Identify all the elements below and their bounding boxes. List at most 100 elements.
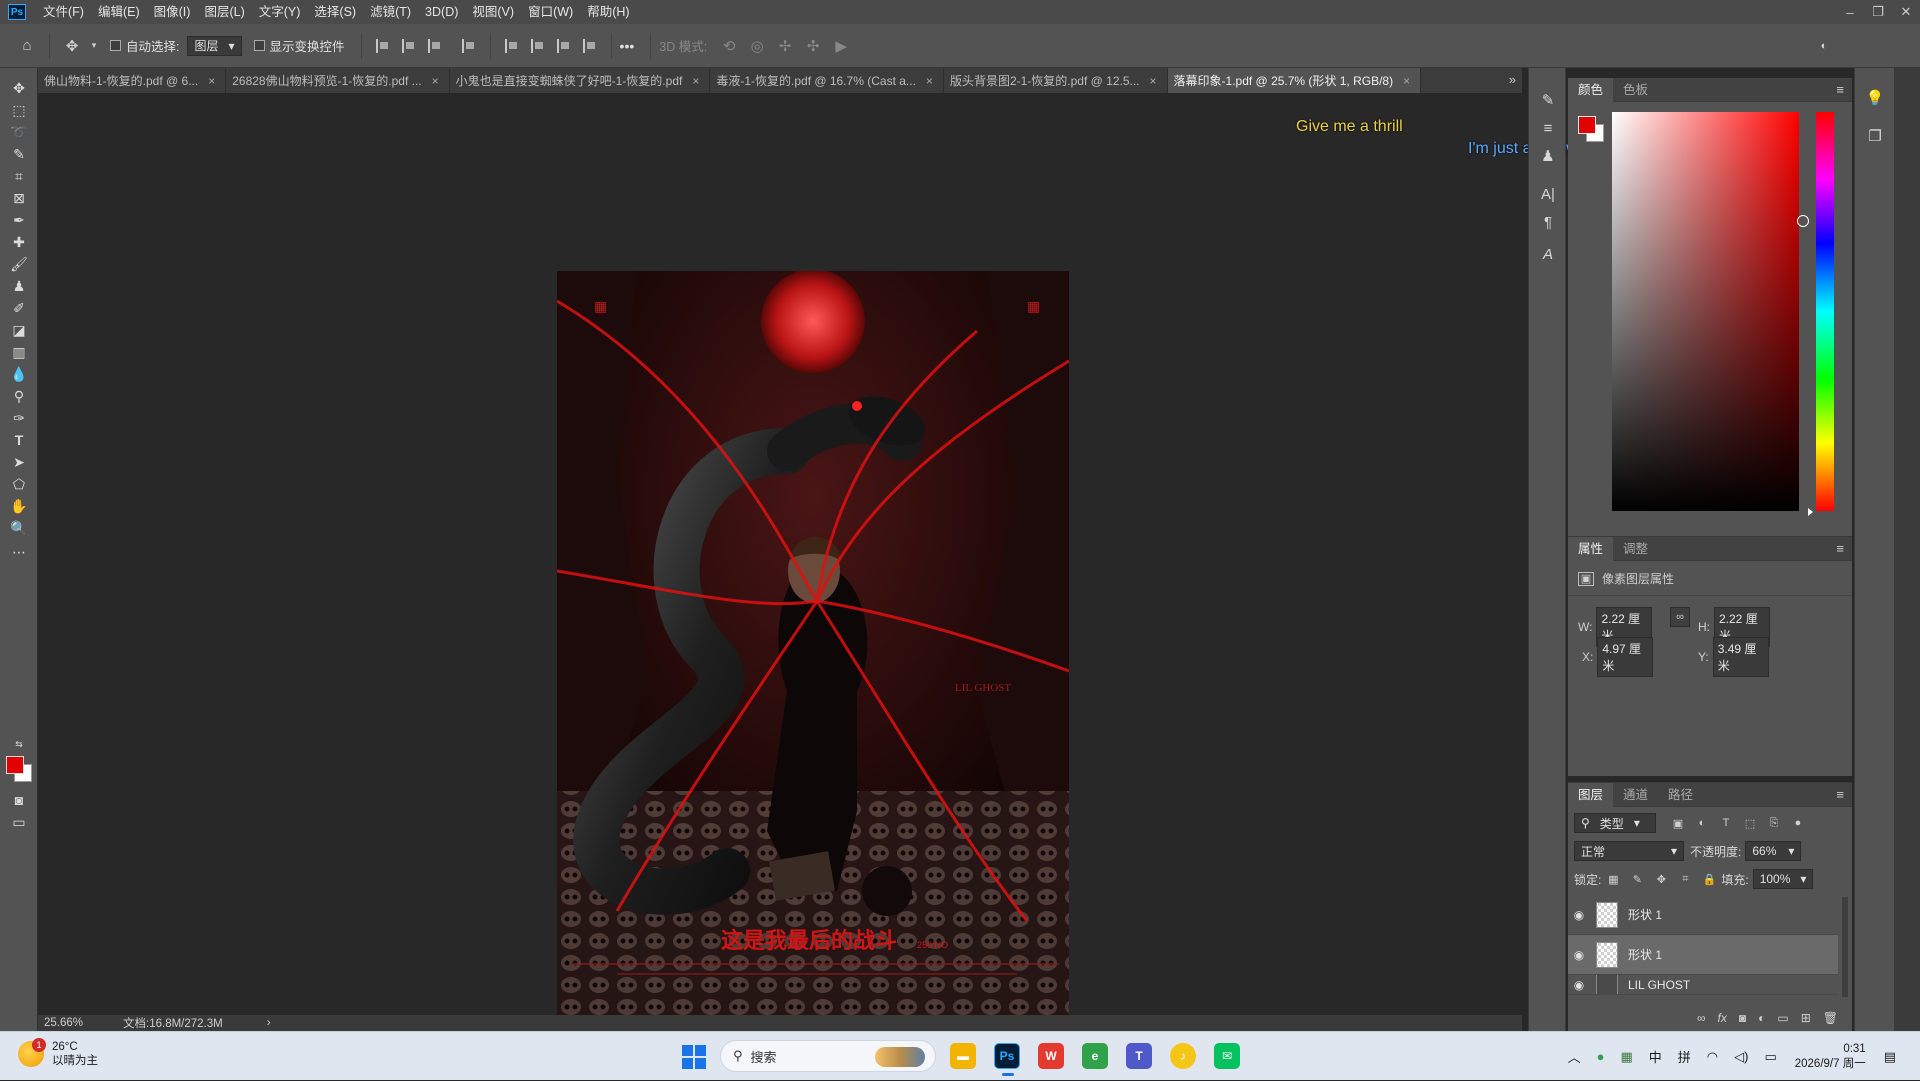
distribute-icon[interactable] bbox=[461, 38, 476, 53]
tab-swatches[interactable]: 色板 bbox=[1613, 78, 1658, 102]
show-transform-checkbox[interactable] bbox=[253, 40, 265, 51]
paragraph-panel-icon[interactable]: ¶ bbox=[1538, 212, 1558, 232]
hand-tool-icon[interactable]: ✋ bbox=[9, 496, 29, 516]
character-panel-icon[interactable]: A| bbox=[1538, 184, 1558, 204]
lock-all-icon[interactable]: 🔒 bbox=[1702, 872, 1716, 886]
link-layers-icon[interactable]: ∞ bbox=[1697, 1011, 1706, 1025]
menu-file[interactable]: 文件(F) bbox=[36, 0, 91, 24]
more-options-button[interactable]: ••• bbox=[620, 38, 635, 54]
delete-layer-icon[interactable]: 🗑 bbox=[1823, 1011, 1838, 1025]
close-icon[interactable]: × bbox=[1403, 74, 1410, 88]
align-right-icon[interactable] bbox=[427, 38, 442, 53]
clone-source-icon[interactable]: ♟ bbox=[1538, 146, 1558, 166]
filter-toggle-icon[interactable]: ● bbox=[1791, 816, 1805, 830]
history-brush-icon[interactable]: ✐ bbox=[9, 298, 29, 318]
glyphs-panel-icon[interactable]: A bbox=[1538, 244, 1558, 264]
swap-colors-icon[interactable]: ⇆ bbox=[9, 734, 29, 754]
y-field[interactable]: 3.49 厘米 bbox=[1712, 637, 1769, 677]
battery-icon[interactable]: ▭ bbox=[1764, 1049, 1776, 1065]
auto-select-dropdown[interactable]: 图层 ▾ bbox=[187, 35, 242, 56]
workspace-icon[interactable]: ◐ bbox=[1813, 35, 1835, 57]
canvas-area[interactable]: ▦ ▦ LIL GHOST 这是我最后的战斗 250 NO bbox=[38, 93, 1522, 1024]
roll-3d-icon[interactable]: ◎ bbox=[746, 35, 768, 57]
document-tab[interactable]: 版头背景图2-1-恢复的.pdf @ 12.5... × bbox=[944, 68, 1168, 93]
menu-filter[interactable]: 滤镜(T) bbox=[363, 0, 418, 24]
tabs-overflow-icon[interactable]: » bbox=[1509, 72, 1516, 87]
start-button[interactable] bbox=[682, 1045, 706, 1069]
home-icon[interactable]: ⌂ bbox=[16, 35, 38, 57]
menu-3d[interactable]: 3D(D) bbox=[418, 0, 465, 24]
music-app-icon[interactable]: ♪ bbox=[1170, 1043, 1196, 1069]
close-icon[interactable]: × bbox=[926, 74, 933, 88]
libraries-icon[interactable]: ❐ bbox=[1865, 126, 1885, 146]
tab-properties[interactable]: 属性 bbox=[1568, 536, 1614, 561]
layer-filter-dropdown[interactable]: ⚲ 类型 ▾ bbox=[1574, 813, 1656, 833]
filter-adjustment-icon[interactable]: ◐ bbox=[1695, 816, 1709, 830]
layer-row[interactable]: ◉ 形状 1 bbox=[1568, 895, 1838, 935]
layer-row-selected[interactable]: ◉ 形状 1 bbox=[1568, 935, 1838, 975]
shape-tool-icon[interactable]: ⬠ bbox=[9, 474, 29, 494]
crop-tool-icon[interactable]: ⌗ bbox=[9, 166, 29, 186]
zoom-level[interactable]: 25.66% bbox=[44, 1017, 83, 1029]
blend-mode-dropdown[interactable]: 正常 ▾ bbox=[1574, 841, 1684, 861]
x-field[interactable]: 4.97 厘米 bbox=[1597, 637, 1654, 677]
lock-transparency-icon[interactable]: ▦ bbox=[1606, 872, 1620, 886]
close-icon[interactable]: × bbox=[692, 74, 699, 88]
gradient-tool-icon[interactable]: ▥ bbox=[9, 342, 29, 362]
saturation-brightness-field[interactable] bbox=[1612, 112, 1809, 511]
weather-widget[interactable]: 1 26°C 以晴为主 bbox=[18, 1038, 98, 1068]
dodge-tool-icon[interactable]: ⚲ bbox=[9, 386, 29, 406]
tab-paths[interactable]: 路径 bbox=[1658, 783, 1703, 807]
healing-brush-icon[interactable]: ✚ bbox=[9, 232, 29, 252]
filter-type-icon[interactable]: T bbox=[1719, 816, 1733, 830]
teams-icon[interactable]: T bbox=[1126, 1043, 1152, 1069]
add-mask-icon[interactable]: ◙ bbox=[1739, 1011, 1746, 1025]
pen-tool-icon[interactable]: ✑ bbox=[9, 408, 29, 428]
fx-button[interactable]: fx bbox=[1718, 1011, 1727, 1025]
filter-pixel-icon[interactable]: ▣ bbox=[1671, 816, 1685, 830]
document-tab[interactable]: 26828佛山物料预览-1-恢复的.pdf ... × bbox=[226, 68, 450, 93]
tray-app-icon[interactable]: ● bbox=[1597, 1049, 1605, 1064]
frame-tool-icon[interactable]: ⊠ bbox=[9, 188, 29, 208]
type-tool-icon[interactable]: T bbox=[9, 430, 29, 450]
quick-mask-icon[interactable]: ◙ bbox=[9, 790, 29, 810]
eyedropper-tool-icon[interactable]: ✒ bbox=[9, 210, 29, 230]
eye-icon[interactable]: ◉ bbox=[1568, 978, 1590, 992]
eye-icon[interactable]: ◉ bbox=[1568, 908, 1590, 922]
notification-icon[interactable]: ▤ bbox=[1884, 1049, 1896, 1065]
close-icon[interactable]: × bbox=[432, 74, 439, 88]
adjust-sliders-icon[interactable]: ≡ bbox=[1538, 118, 1558, 138]
auto-select-checkbox[interactable] bbox=[110, 40, 121, 51]
zoom-tool-icon[interactable]: 🔍 bbox=[9, 518, 29, 538]
scale-3d-icon[interactable]: ▶ bbox=[830, 35, 852, 57]
path-select-icon[interactable]: ➤ bbox=[9, 452, 29, 472]
orbit-3d-icon[interactable]: ⟲ bbox=[718, 35, 740, 57]
fill-field[interactable]: 100% ▾ bbox=[1752, 869, 1814, 889]
close-icon[interactable]: × bbox=[1150, 74, 1157, 88]
align-hcenter-icon[interactable] bbox=[401, 38, 416, 53]
poster-artboard[interactable]: ▦ ▦ LIL GHOST 这是我最后的战斗 250 NO bbox=[557, 271, 1069, 1024]
layer-row-partial[interactable]: ◉ LIL GHOST bbox=[1568, 975, 1838, 995]
quick-select-tool-icon[interactable]: ✎ bbox=[9, 144, 29, 164]
menu-type[interactable]: 文字(Y) bbox=[252, 0, 308, 24]
wps-office-icon[interactable]: W bbox=[1038, 1043, 1064, 1069]
panel-menu-icon[interactable]: ≡ bbox=[1836, 82, 1844, 97]
wifi-icon[interactable]: ◠ bbox=[1707, 1049, 1718, 1065]
filter-shape-icon[interactable]: ⬚ bbox=[1743, 816, 1757, 830]
filter-smart-object-icon[interactable]: ⎘ bbox=[1767, 816, 1781, 830]
brush-settings-icon[interactable]: ✎ bbox=[1538, 90, 1558, 110]
close-icon[interactable]: ✕ bbox=[1892, 0, 1920, 24]
document-tab[interactable]: 佛山物料-1-恢复的.pdf @ 6... × bbox=[38, 68, 227, 93]
menu-help[interactable]: 帮助(H) bbox=[580, 0, 636, 24]
new-adjustment-icon[interactable]: ◐ bbox=[1758, 1011, 1765, 1025]
minimize-icon[interactable]: – bbox=[1836, 0, 1864, 24]
marquee-tool-icon[interactable]: ⬚ bbox=[9, 100, 29, 120]
blur-tool-icon[interactable]: 💧 bbox=[9, 364, 29, 384]
tray-app-icon[interactable]: ▦ bbox=[1620, 1049, 1632, 1065]
drag-3d-icon[interactable]: ✢ bbox=[774, 35, 796, 57]
wechat-icon[interactable]: ✉ bbox=[1214, 1043, 1240, 1069]
foreground-color-swatch[interactable] bbox=[6, 756, 24, 774]
foreground-color-swatch[interactable] bbox=[1578, 116, 1596, 134]
eraser-tool-icon[interactable]: ◪ bbox=[9, 320, 29, 340]
layers-scrollbar[interactable] bbox=[1842, 897, 1848, 997]
